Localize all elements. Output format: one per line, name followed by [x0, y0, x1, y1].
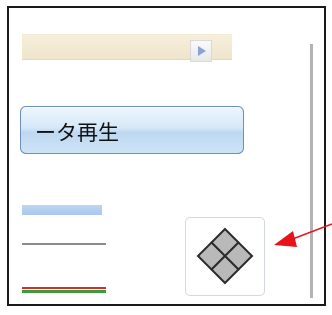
combo-dropdown-button[interactable] — [190, 40, 212, 62]
panel-divider — [310, 44, 313, 298]
data-play-button[interactable]: ータ再生 — [20, 106, 244, 154]
line-style-sample-red[interactable] — [22, 287, 106, 289]
diamond-tool-button[interactable] — [185, 217, 265, 296]
line-style-sample-green[interactable] — [22, 290, 106, 293]
line-style-sample-gray[interactable] — [22, 243, 106, 245]
triangle-right-icon — [198, 46, 206, 56]
four-diamond-icon — [196, 227, 254, 285]
line-style-sample-blue[interactable] — [22, 205, 102, 215]
play-button-label: ータ再生 — [35, 121, 119, 145]
